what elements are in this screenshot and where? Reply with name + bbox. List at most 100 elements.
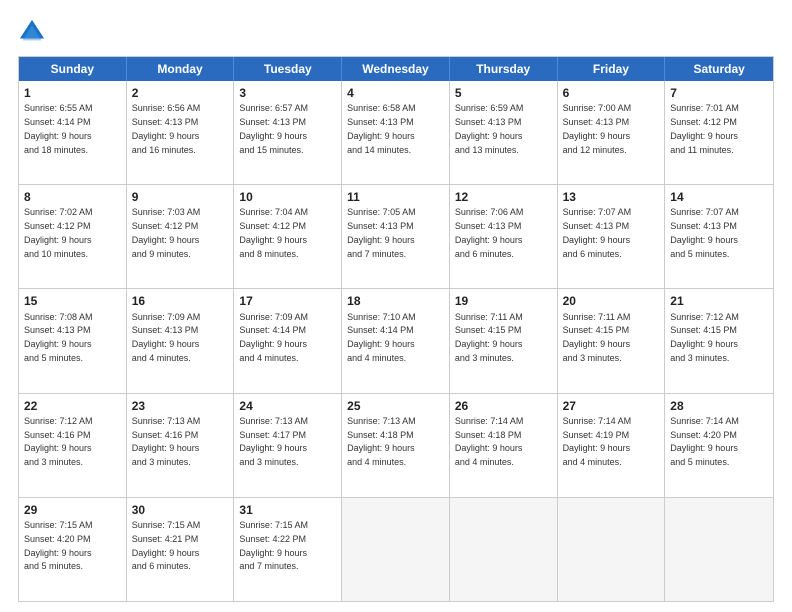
cell-info: Sunrise: 7:15 AMSunset: 4:22 PMDaylight:… — [239, 520, 308, 571]
day-number: 2 — [132, 85, 229, 101]
calendar-header-day: Thursday — [450, 57, 558, 81]
calendar-header-day: Saturday — [665, 57, 773, 81]
calendar-row: 15Sunrise: 7:08 AMSunset: 4:13 PMDayligh… — [19, 289, 773, 393]
cell-info: Sunrise: 7:01 AMSunset: 4:12 PMDaylight:… — [670, 103, 739, 154]
day-number: 1 — [24, 85, 121, 101]
calendar-cell: 3 Sunrise: 6:57 AMSunset: 4:13 PMDaylight… — [234, 81, 342, 184]
calendar-cell — [342, 498, 450, 601]
calendar-cell: 11 Sunrise: 7:05 AMSunset: 4:13 PMDayligh… — [342, 185, 450, 288]
day-number: 6 — [563, 85, 660, 101]
calendar-row: 22Sunrise: 7:12 AMSunset: 4:16 PMDayligh… — [19, 394, 773, 498]
cell-info: Sunrise: 7:10 AMSunset: 4:14 PMDaylight:… — [347, 312, 416, 363]
calendar-row: 29 Sunrise: 7:15 AMSunset: 4:20 PMDayligh… — [19, 498, 773, 601]
calendar-header-day: Wednesday — [342, 57, 450, 81]
day-number: 30 — [132, 502, 229, 518]
cell-info: Sunrise: 7:00 AMSunset: 4:13 PMDaylight:… — [563, 103, 632, 154]
day-number: 9 — [132, 189, 229, 205]
calendar-cell: 13 Sunrise: 7:07 AMSunset: 4:13 PMDayligh… — [558, 185, 666, 288]
calendar-header-day: Sunday — [19, 57, 127, 81]
day-number: 5 — [455, 85, 552, 101]
day-number: 18 — [347, 293, 444, 309]
calendar-cell: 20 Sunrise: 7:11 AMSunset: 4:15 PMDayligh… — [558, 289, 666, 392]
day-number: 12 — [455, 189, 552, 205]
calendar-header-day: Tuesday — [234, 57, 342, 81]
cell-info: Sunrise: 6:57 AMSunset: 4:13 PMDaylight:… — [239, 103, 308, 154]
calendar-body: 1 Sunrise: 6:55 AMSunset: 4:14 PMDaylight… — [19, 81, 773, 601]
calendar-cell — [450, 498, 558, 601]
calendar-cell: 18 Sunrise: 7:10 AMSunset: 4:14 PMDayligh… — [342, 289, 450, 392]
cell-info: Sunrise: 7:09 AMSunset: 4:14 PMDaylight:… — [239, 312, 308, 363]
calendar-cell: 26 Sunrise: 7:14 AMSunset: 4:18 PMDayligh… — [450, 394, 558, 497]
cell-info: Sunrise: 7:11 AMSunset: 4:15 PMDaylight:… — [563, 312, 631, 363]
calendar: SundayMondayTuesdayWednesdayThursdayFrid… — [18, 56, 774, 602]
calendar-cell: 14 Sunrise: 7:07 AMSunset: 4:13 PMDayligh… — [665, 185, 773, 288]
day-number: 11 — [347, 189, 444, 205]
day-number: 13 — [563, 189, 660, 205]
calendar-cell: 24 Sunrise: 7:13 AMSunset: 4:17 PMDayligh… — [234, 394, 342, 497]
calendar-page: SundayMondayTuesdayWednesdayThursdayFrid… — [0, 0, 792, 612]
calendar-cell: 30 Sunrise: 7:15 AMSunset: 4:21 PMDayligh… — [127, 498, 235, 601]
calendar-cell: 6 Sunrise: 7:00 AMSunset: 4:13 PMDaylight… — [558, 81, 666, 184]
calendar-cell: 23Sunrise: 7:13 AMSunset: 4:16 PMDayligh… — [127, 394, 235, 497]
cell-info: Sunrise: 7:12 AMSunset: 4:15 PMDaylight:… — [670, 312, 739, 363]
cell-info: Sunrise: 7:06 AMSunset: 4:13 PMDaylight:… — [455, 207, 524, 258]
calendar-cell: 17 Sunrise: 7:09 AMSunset: 4:14 PMDayligh… — [234, 289, 342, 392]
cell-info: Sunrise: 7:03 AMSunset: 4:12 PMDaylight:… — [132, 207, 201, 258]
cell-info: Sunrise: 6:55 AMSunset: 4:14 PMDaylight:… — [24, 103, 93, 154]
logo-icon — [18, 18, 46, 46]
calendar-cell: 8Sunrise: 7:02 AMSunset: 4:12 PMDaylight… — [19, 185, 127, 288]
calendar-cell: 2 Sunrise: 6:56 AMSunset: 4:13 PMDaylight… — [127, 81, 235, 184]
calendar-header: SundayMondayTuesdayWednesdayThursdayFrid… — [19, 57, 773, 81]
cell-info: Sunrise: 7:13 AMSunset: 4:18 PMDaylight:… — [347, 416, 416, 467]
cell-info: Sunrise: 7:07 AMSunset: 4:13 PMDaylight:… — [563, 207, 632, 258]
day-number: 28 — [670, 398, 768, 414]
cell-info: Sunrise: 7:15 AMSunset: 4:21 PMDaylight:… — [132, 520, 201, 571]
day-number: 26 — [455, 398, 552, 414]
logo — [18, 18, 50, 46]
cell-info: Sunrise: 7:14 AMSunset: 4:18 PMDaylight:… — [455, 416, 524, 467]
cell-info: Sunrise: 7:13 AMSunset: 4:17 PMDaylight:… — [239, 416, 308, 467]
calendar-row: 8Sunrise: 7:02 AMSunset: 4:12 PMDaylight… — [19, 185, 773, 289]
cell-info: Sunrise: 7:07 AMSunset: 4:13 PMDaylight:… — [670, 207, 739, 258]
day-number: 17 — [239, 293, 336, 309]
page-header — [18, 18, 774, 46]
calendar-cell: 25Sunrise: 7:13 AMSunset: 4:18 PMDayligh… — [342, 394, 450, 497]
cell-info: Sunrise: 7:14 AMSunset: 4:20 PMDaylight:… — [670, 416, 739, 467]
calendar-cell: 31Sunrise: 7:15 AMSunset: 4:22 PMDayligh… — [234, 498, 342, 601]
cell-info: Sunrise: 7:04 AMSunset: 4:12 PMDaylight:… — [239, 207, 308, 258]
day-number: 21 — [670, 293, 768, 309]
calendar-cell: 28 Sunrise: 7:14 AMSunset: 4:20 PMDayligh… — [665, 394, 773, 497]
day-number: 15 — [24, 293, 121, 309]
cell-info: Sunrise: 7:05 AMSunset: 4:13 PMDaylight:… — [347, 207, 416, 258]
calendar-cell: 19 Sunrise: 7:11 AMSunset: 4:15 PMDayligh… — [450, 289, 558, 392]
day-number: 24 — [239, 398, 336, 414]
calendar-row: 1 Sunrise: 6:55 AMSunset: 4:14 PMDaylight… — [19, 81, 773, 185]
calendar-header-day: Friday — [558, 57, 666, 81]
day-number: 3 — [239, 85, 336, 101]
calendar-cell — [665, 498, 773, 601]
calendar-cell: 16Sunrise: 7:09 AMSunset: 4:13 PMDayligh… — [127, 289, 235, 392]
cell-info: Sunrise: 6:58 AMSunset: 4:13 PMDaylight:… — [347, 103, 416, 154]
cell-info: Sunrise: 7:15 AMSunset: 4:20 PMDaylight:… — [24, 520, 93, 571]
day-number: 4 — [347, 85, 444, 101]
cell-info: Sunrise: 6:56 AMSunset: 4:13 PMDaylight:… — [132, 103, 201, 154]
cell-info: Sunrise: 7:14 AMSunset: 4:19 PMDaylight:… — [563, 416, 632, 467]
day-number: 8 — [24, 189, 121, 205]
cell-info: Sunrise: 7:13 AMSunset: 4:16 PMDaylight:… — [132, 416, 201, 467]
day-number: 14 — [670, 189, 768, 205]
calendar-cell: 12 Sunrise: 7:06 AMSunset: 4:13 PMDayligh… — [450, 185, 558, 288]
calendar-cell: 15Sunrise: 7:08 AMSunset: 4:13 PMDayligh… — [19, 289, 127, 392]
day-number: 20 — [563, 293, 660, 309]
cell-info: Sunrise: 6:59 AMSunset: 4:13 PMDaylight:… — [455, 103, 524, 154]
calendar-cell — [558, 498, 666, 601]
day-number: 19 — [455, 293, 552, 309]
cell-info: Sunrise: 7:09 AMSunset: 4:13 PMDaylight:… — [132, 312, 201, 363]
day-number: 29 — [24, 502, 121, 518]
cell-info: Sunrise: 7:11 AMSunset: 4:15 PMDaylight:… — [455, 312, 523, 363]
calendar-cell: 22Sunrise: 7:12 AMSunset: 4:16 PMDayligh… — [19, 394, 127, 497]
calendar-cell: 10Sunrise: 7:04 AMSunset: 4:12 PMDayligh… — [234, 185, 342, 288]
calendar-cell: 7 Sunrise: 7:01 AMSunset: 4:12 PMDaylight… — [665, 81, 773, 184]
calendar-cell: 5 Sunrise: 6:59 AMSunset: 4:13 PMDaylight… — [450, 81, 558, 184]
day-number: 7 — [670, 85, 768, 101]
calendar-cell: 9 Sunrise: 7:03 AMSunset: 4:12 PMDaylight… — [127, 185, 235, 288]
